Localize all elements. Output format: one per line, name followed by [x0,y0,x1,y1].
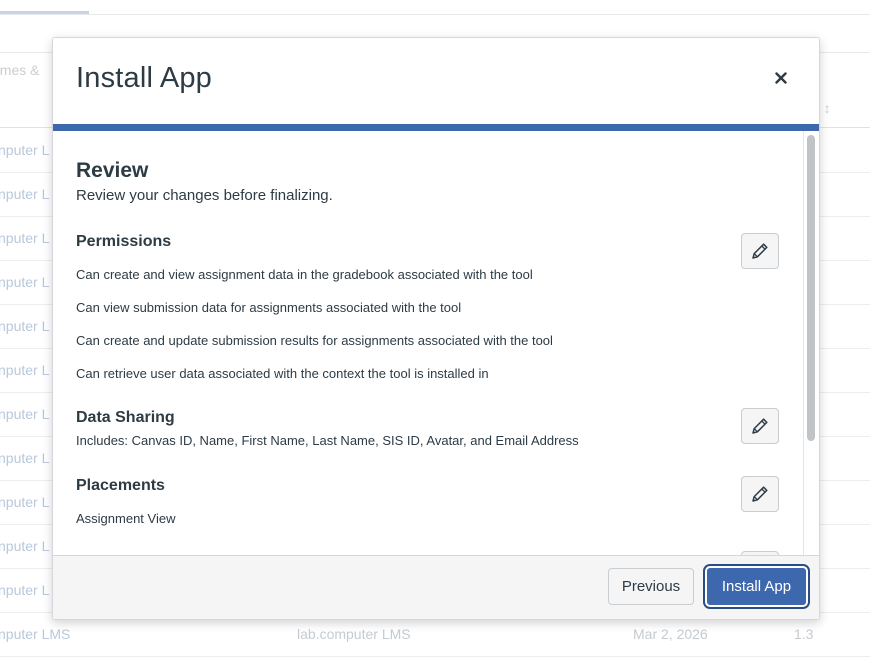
background-search-placeholder: ames & [0,62,40,78]
pencil-icon [752,486,768,502]
modal-body: Review Review your changes before finali… [53,131,819,555]
permission-item: Can create and update submission results… [76,333,553,348]
data-sharing-text: Includes: Canvas ID, Name, First Name, L… [76,433,579,448]
row-name: nputer L [0,494,50,510]
row-name: nputer L [0,406,50,422]
row-name: nputer L [0,582,50,598]
row-version: 1.3 [794,626,814,642]
accent-bar [53,124,819,131]
scrollbar-thumb[interactable] [807,135,815,441]
background-active-tab-indicator [0,11,89,14]
placement-item: Assignment View [76,511,176,526]
row-name: nputer L [0,142,50,158]
install-app-modal: Install App Review Review your changes b… [52,37,820,620]
row-name: nputer L [0,538,50,554]
background-tab-bar [0,0,870,15]
row-name: nputer L [0,362,50,378]
edit-placements-button[interactable] [741,476,779,512]
row-name: nputer LMS [0,626,71,642]
row-name: nputer L [0,318,50,334]
review-subtitle: Review your changes before finalizing. [76,187,333,204]
modal-header: Install App [53,38,819,124]
close-button[interactable] [763,64,799,92]
previous-button[interactable]: Previous [608,568,694,605]
permission-item: Can view submission data for assignments… [76,300,462,315]
review-title: Review [76,159,149,182]
permission-item: Can retrieve user data associated with t… [76,366,489,381]
row-name: nputer L [0,230,50,246]
data-sharing-title: Data Sharing [76,409,175,426]
row-domain: lab.computer LMS [297,626,411,642]
permission-item: Can create and view assignment data in t… [76,267,533,282]
pencil-icon [752,418,768,434]
close-icon [775,72,787,84]
row-name: nputer L [0,274,50,290]
placements-title: Placements [76,477,165,494]
row-name: nputer L [0,450,50,466]
modal-footer: Previous Install App [53,555,819,619]
edit-data-sharing-button[interactable] [741,408,779,444]
edit-permissions-button[interactable] [741,233,779,269]
pencil-icon [752,243,768,259]
install-app-button[interactable]: Install App [705,566,808,607]
row-name: nputer L [0,186,50,202]
permissions-title: Permissions [76,233,172,250]
modal-title: Install App [76,62,213,94]
row-date: Mar 2, 2026 [633,626,708,642]
app-page: ames & n ↕ nputer L nputer L nputer L np… [0,0,870,660]
